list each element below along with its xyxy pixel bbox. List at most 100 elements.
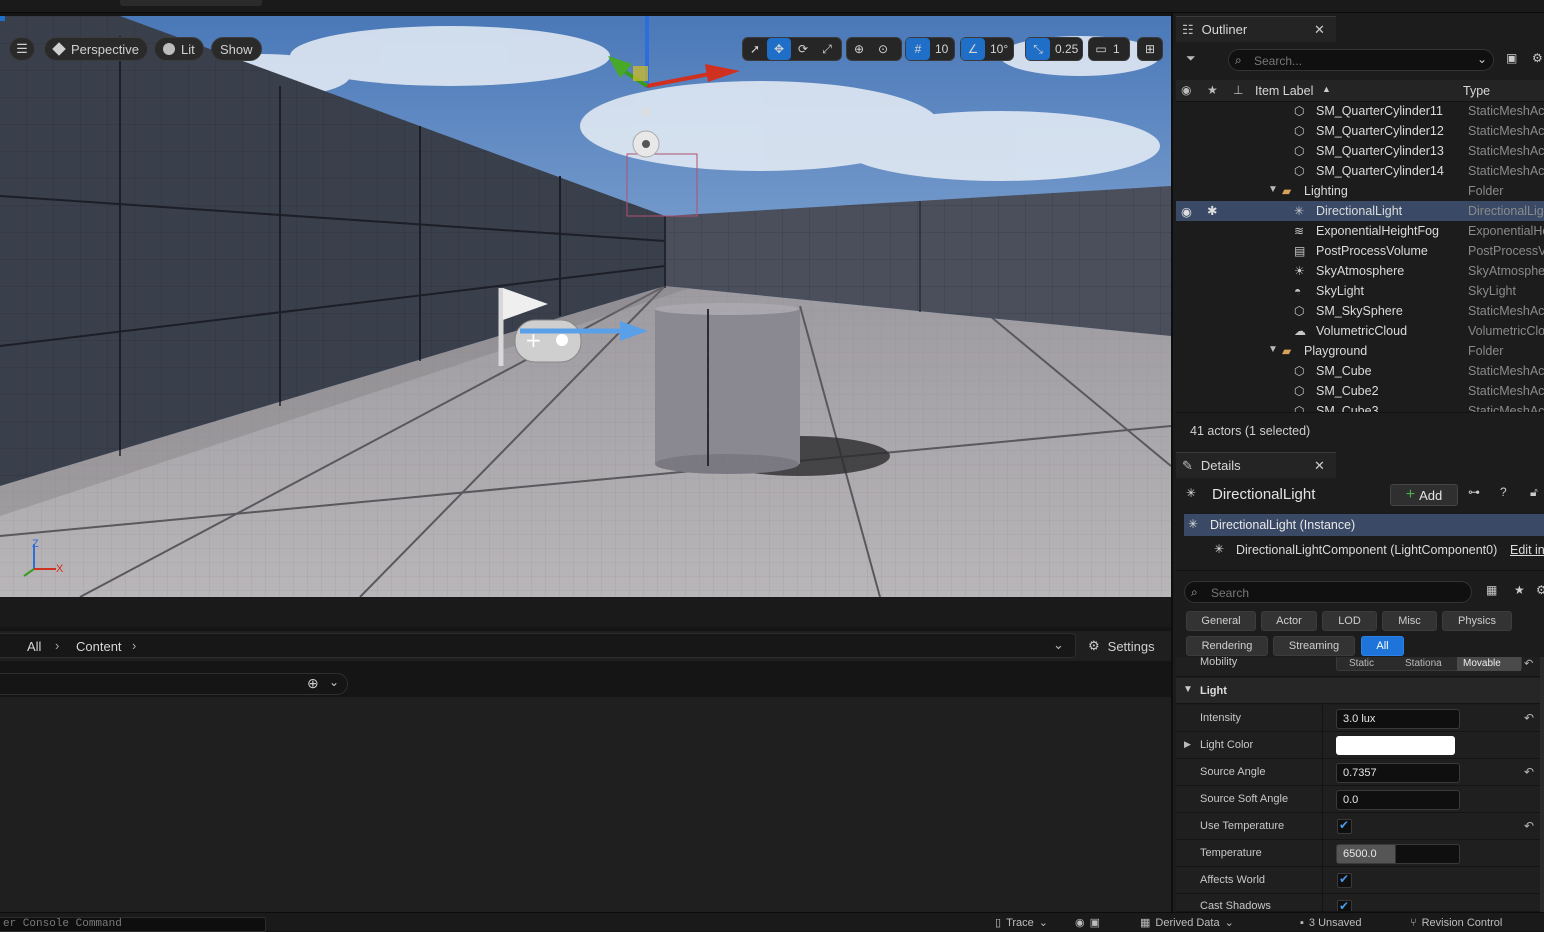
outliner-row[interactable]: ▤ PostProcessVolume PostProcessVolume xyxy=(1176,241,1544,261)
affects-world-checkbox[interactable]: ✔ xyxy=(1337,872,1352,888)
revision-control-button[interactable]: ⑂ Revision Control xyxy=(1410,914,1502,931)
details-scrollbar[interactable] xyxy=(1540,657,1544,912)
mobility-stationary[interactable]: Stationa xyxy=(1405,658,1442,669)
outliner-row[interactable]: ◉ ✱ ✳ DirectionalLight DirectionalLight xyxy=(1176,201,1544,221)
tab-details[interactable]: ✎ Details ✕ xyxy=(1176,452,1336,478)
intensity-field[interactable]: 3.0 lux xyxy=(1336,709,1460,729)
outliner-row[interactable]: ⬡ SM_SkySphere StaticMeshActor xyxy=(1176,301,1544,321)
settings-button[interactable]: ⚙ Settings xyxy=(1088,637,1155,655)
outliner-row[interactable]: ☁ VolumetricCloud VolumetricCloud xyxy=(1176,321,1544,341)
mobility-static[interactable]: Static xyxy=(1349,658,1374,669)
add-folder-icon[interactable]: ▣ xyxy=(1506,51,1517,65)
camera-speed-button[interactable]: ▭ 1 xyxy=(1088,37,1130,61)
filter-icon[interactable]: ⏷ xyxy=(1186,51,1196,66)
reset-icon[interactable]: ↶ xyxy=(1524,711,1534,725)
world-space-icon[interactable]: ⊕ xyxy=(847,38,871,60)
outliner-row[interactable]: ⬡ SM_Cube StaticMeshActor xyxy=(1176,361,1544,381)
chevron-right-icon[interactable]: ▶ xyxy=(1184,739,1191,750)
outliner-folder-row[interactable]: ▼ ▰ Playground Folder xyxy=(1176,341,1544,361)
close-icon[interactable]: ✕ xyxy=(1314,22,1325,38)
mobility-movable[interactable]: Movable xyxy=(1457,657,1521,671)
eye-icon[interactable]: ◉ xyxy=(1181,204,1192,219)
outliner-row[interactable]: ☀ SkyAtmosphere SkyAtmosphere xyxy=(1176,261,1544,281)
show-button[interactable]: Show xyxy=(211,37,262,61)
filter-general[interactable]: General xyxy=(1186,611,1256,631)
chevron-right-icon[interactable]: › xyxy=(132,638,136,653)
scale-tool-icon[interactable]: ⤢ xyxy=(815,38,839,60)
tab-outliner[interactable]: ☷ Outliner ✕ xyxy=(1176,16,1336,42)
layout-button[interactable]: ⊞ xyxy=(1137,37,1163,61)
rotation-snap-toggle[interactable]: ∠ 10° xyxy=(960,37,1014,61)
close-icon[interactable]: ✕ xyxy=(1314,458,1325,474)
filter-streaming[interactable]: Streaming xyxy=(1273,636,1355,656)
outliner-folder-row[interactable]: ▼ ▰ Lighting Folder xyxy=(1176,181,1544,201)
lit-button[interactable]: Lit xyxy=(154,37,204,61)
actor-name[interactable]: DirectionalLight xyxy=(1212,486,1315,503)
col-type[interactable]: Type xyxy=(1463,84,1490,98)
breadcrumb-all[interactable]: All xyxy=(27,639,41,654)
star-icon[interactable]: ★ xyxy=(1514,583,1525,597)
gear-icon[interactable]: ⚙ xyxy=(1532,51,1543,65)
reset-icon[interactable]: ↶ xyxy=(1524,657,1533,670)
gear-icon[interactable]: ⚙ xyxy=(1536,583,1544,597)
filter-rendering[interactable]: Rendering xyxy=(1186,636,1268,656)
outliner-row[interactable]: ⬡ SM_QuarterCylinder14 StaticMeshActor xyxy=(1176,161,1544,181)
outliner-search-input[interactable]: ⌕ Search... ⌄ xyxy=(1228,49,1494,71)
breadcrumb-content[interactable]: Content xyxy=(76,639,122,654)
move-tool-icon[interactable]: ✥ xyxy=(767,38,791,60)
mobility-selector[interactable]: Static Stationa Movable xyxy=(1336,657,1522,671)
content-path-bar[interactable]: All › Content › ⌄ xyxy=(0,633,1076,658)
chevron-down-icon[interactable]: ⌄ xyxy=(329,675,339,689)
col-item-label[interactable]: Item Label xyxy=(1255,84,1313,98)
trace-button[interactable]: ▯ Trace ⌄ xyxy=(995,914,1048,931)
content-search-input[interactable]: ⊕ ⌄ xyxy=(0,673,348,695)
component-row[interactable]: ✳ DirectionalLightComponent (LightCompon… xyxy=(1184,538,1544,562)
outliner-row[interactable]: ≋ ExponentialHeightFog ExponentialHeightFo… xyxy=(1176,221,1544,241)
blueprint-icon[interactable]: ⊶ xyxy=(1468,485,1480,499)
outliner-row[interactable]: ◓ SkyLight SkyLight xyxy=(1176,281,1544,301)
star-icon[interactable]: ★ xyxy=(1207,83,1218,97)
filter-lod[interactable]: LOD xyxy=(1322,611,1377,631)
record-button[interactable]: ◉ ▣ xyxy=(1075,914,1100,931)
surface-snap-icon[interactable]: ⊙ xyxy=(871,38,895,60)
reset-icon[interactable]: ↶ xyxy=(1524,765,1534,779)
perspective-button[interactable]: Perspective xyxy=(44,37,148,61)
outliner-row[interactable]: ⬡ SM_Cube2 StaticMeshActor xyxy=(1176,381,1544,401)
chevron-down-icon[interactable]: ⌄ xyxy=(1477,52,1487,66)
light-section-header[interactable]: ▼ Light xyxy=(1176,678,1540,704)
scale-snap-toggle[interactable]: ⤡ 0.25 xyxy=(1025,37,1083,61)
grid-snap-toggle[interactable]: # 10 xyxy=(905,37,955,61)
table-view-icon[interactable]: ▦ xyxy=(1486,583,1497,597)
outliner-row[interactable]: ⬡ SM_QuarterCylinder13 StaticMeshActor xyxy=(1176,141,1544,161)
use-temperature-checkbox[interactable]: ✔ xyxy=(1337,818,1352,834)
reset-icon[interactable]: ↶ xyxy=(1524,819,1534,833)
edit-in-link[interactable]: Edit in xyxy=(1510,543,1544,557)
tab-stub[interactable] xyxy=(120,0,262,6)
chevron-down-icon[interactable]: ▼ xyxy=(1268,184,1278,195)
add-filter-icon[interactable]: ⊕ xyxy=(307,675,319,692)
instance-row[interactable]: ✳ DirectionalLight (Instance) xyxy=(1184,514,1544,536)
temperature-field[interactable]: 6500.0 xyxy=(1336,844,1460,864)
filter-physics[interactable]: Physics xyxy=(1442,611,1512,631)
console-command-input[interactable]: er Console Command xyxy=(0,917,266,932)
outliner-row[interactable]: ⬡ SM_QuarterCylinder11 StaticMeshActor xyxy=(1176,101,1544,121)
add-component-button[interactable]: + Add xyxy=(1390,484,1458,506)
pin-icon[interactable]: ⊥ xyxy=(1233,83,1243,97)
unsaved-button[interactable]: ▪ 3 Unsaved xyxy=(1300,914,1362,931)
viewport-menu-button[interactable]: ☰ xyxy=(9,37,35,61)
outliner-row[interactable]: ⬡ SM_QuarterCylinder12 StaticMeshActor xyxy=(1176,121,1544,141)
cast-shadows-checkbox[interactable]: ✔ xyxy=(1337,899,1352,911)
eye-icon[interactable]: ◉ xyxy=(1181,83,1191,97)
derived-data-button[interactable]: ▦ Derived Data ⌄ xyxy=(1140,914,1234,931)
chevron-down-icon[interactable]: ⌄ xyxy=(1053,637,1064,653)
light-color-swatch[interactable] xyxy=(1336,736,1455,755)
select-tool-icon[interactable]: ➚ xyxy=(743,38,767,60)
filter-misc[interactable]: Misc xyxy=(1382,611,1437,631)
rotate-tool-icon[interactable]: ⟳ xyxy=(791,38,815,60)
chevron-down-icon[interactable]: ▼ xyxy=(1268,344,1278,355)
filter-actor[interactable]: Actor xyxy=(1261,611,1317,631)
details-search-input[interactable]: ⌕ Search xyxy=(1184,581,1472,603)
source-soft-angle-field[interactable]: 0.0 xyxy=(1336,790,1460,810)
lock-icon[interactable]: 🔓︎ xyxy=(1530,485,1538,500)
outliner-row[interactable]: ⬡ SM_Cube3 StaticMeshActor xyxy=(1176,401,1544,412)
